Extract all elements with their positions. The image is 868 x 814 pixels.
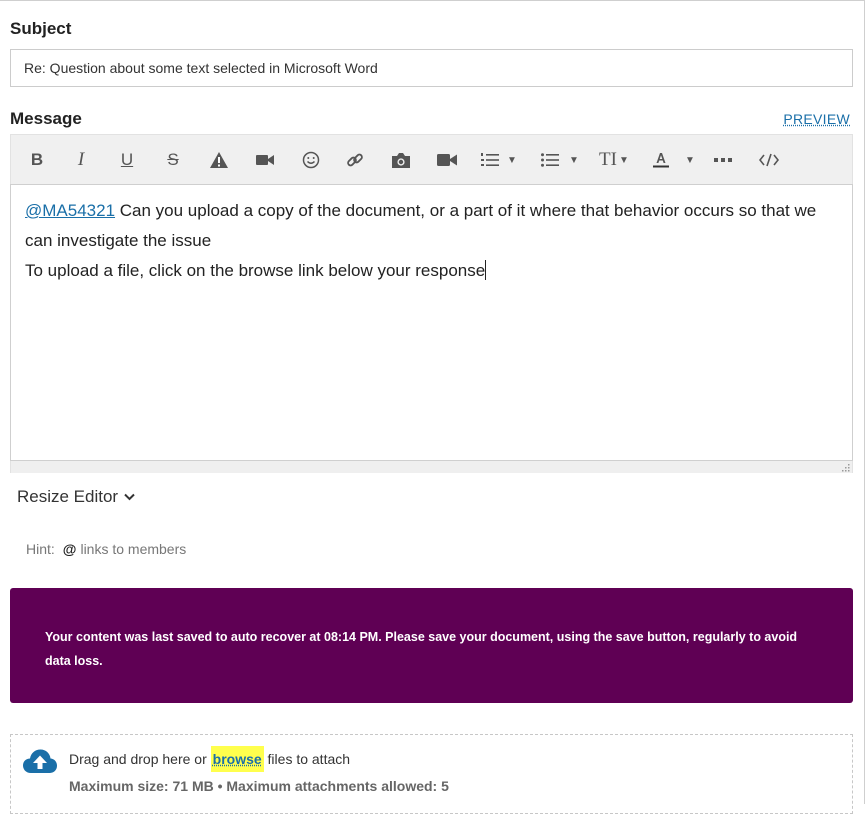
italic-icon: I (78, 149, 84, 171)
resize-editor-toggle[interactable]: Resize Editor (17, 487, 135, 507)
resize-editor-label: Resize Editor (17, 487, 118, 507)
text-cursor (485, 260, 486, 280)
source-code-button[interactable] (757, 143, 781, 177)
chevron-down-icon: ▼ (685, 155, 695, 166)
message-label: Message (10, 109, 82, 129)
bold-icon: B (31, 150, 43, 170)
emoji-button[interactable] (299, 143, 323, 177)
underline-button[interactable]: U (115, 143, 139, 177)
font-size-button[interactable]: TI ▼ (599, 143, 629, 177)
at-symbol: @ (63, 541, 77, 557)
subject-label: Subject (10, 19, 71, 39)
message-text-line1: Can you upload a copy of the document, o… (25, 201, 816, 250)
bullet-list-icon (541, 152, 559, 168)
font-color-button[interactable]: ▼ (653, 143, 695, 177)
subject-input[interactable] (10, 49, 853, 87)
spoiler-button[interactable] (207, 143, 231, 177)
video-icon (256, 153, 274, 167)
dropzone-text-after: files to attach (264, 751, 350, 767)
preview-link[interactable]: PREVIEW (783, 111, 850, 127)
code-icon (759, 153, 779, 167)
autosave-notice-text: Your content was last saved to auto reco… (45, 630, 797, 668)
smiley-icon (302, 151, 320, 169)
chevron-down-icon: ▼ (569, 155, 579, 166)
attachment-limits: Maximum size: 71 MB • Maximum attachment… (69, 778, 449, 794)
camera-icon (391, 152, 411, 169)
more-options-button[interactable] (711, 143, 735, 177)
bold-button[interactable]: B (25, 143, 49, 177)
resize-grip-icon[interactable] (841, 463, 850, 472)
hint-text: links to members (80, 541, 186, 557)
underline-icon: U (121, 150, 133, 170)
member-mention-link[interactable]: @MA54321 (25, 201, 115, 220)
insert-media-button[interactable] (435, 143, 459, 177)
cloud-upload-icon (22, 747, 58, 775)
bullet-list-button[interactable]: ▼ (541, 143, 579, 177)
hint-prefix: Hint: (26, 541, 55, 557)
dropzone-text-before: Drag and drop here or (69, 751, 211, 767)
browse-files-link[interactable]: browse (211, 746, 264, 772)
chevron-down-icon: ▼ (619, 155, 629, 166)
editor-toolbar: B I U S ▼ ▼ TI ▼ ▼ (10, 134, 853, 184)
link-icon (346, 151, 364, 169)
warning-icon (209, 151, 229, 169)
strikethrough-icon: S (167, 150, 178, 170)
message-editor[interactable]: @MA54321 Can you upload a copy of the do… (10, 184, 853, 461)
mention-hint: Hint: @ links to members (26, 541, 186, 557)
numbered-list-button[interactable]: ▼ (481, 143, 517, 177)
italic-button[interactable]: I (69, 143, 93, 177)
chevron-down-icon (124, 493, 135, 501)
attachment-dropzone[interactable]: Drag and drop here or browse files to at… (10, 734, 853, 814)
numbered-list-icon (481, 152, 499, 168)
reply-panel: Subject Message PREVIEW B I U S ▼ (0, 0, 865, 804)
text-size-icon: TI (599, 149, 617, 171)
editor-resize-strip[interactable] (10, 461, 853, 473)
message-text-line2: To upload a file, click on the browse li… (25, 261, 485, 280)
chevron-down-icon: ▼ (507, 155, 517, 166)
insert-link-button[interactable] (343, 143, 367, 177)
dropzone-instruction: Drag and drop here or browse files to at… (69, 751, 350, 767)
ellipsis-icon (714, 157, 732, 163)
insert-image-button[interactable] (389, 143, 413, 177)
video-camera-icon (437, 153, 457, 167)
strikethrough-button[interactable]: S (161, 143, 185, 177)
autosave-notice: Your content was last saved to auto reco… (10, 588, 853, 703)
font-color-icon (653, 151, 669, 169)
insert-video-button[interactable] (253, 143, 277, 177)
